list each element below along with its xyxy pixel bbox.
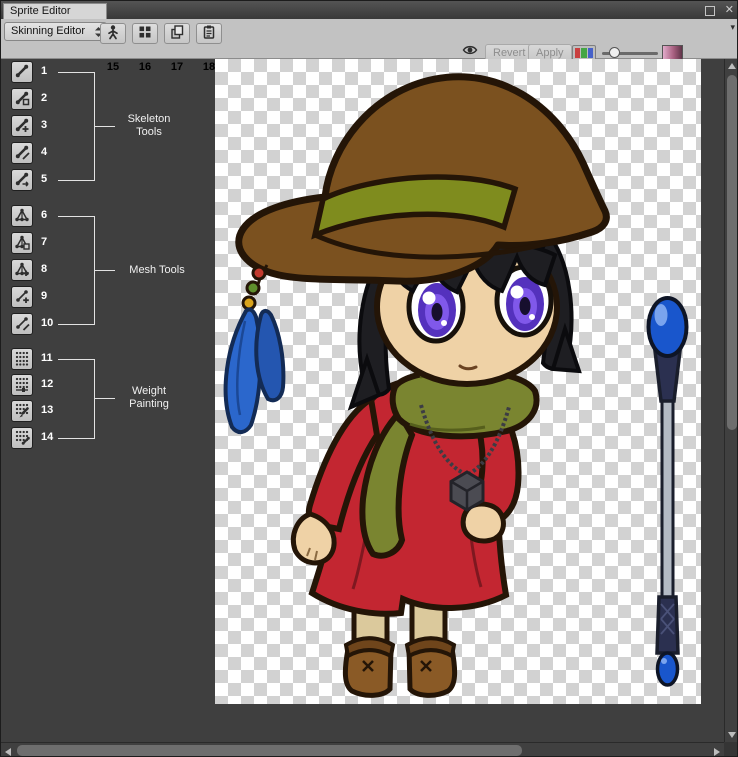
tool-annotation-number: 6 [41, 209, 61, 221]
edit-geometry-icon [14, 234, 30, 253]
close-icon[interactable]: ✕ [725, 3, 734, 17]
tool-reparent-bone-button[interactable] [11, 169, 33, 191]
reset-pose-button[interactable] [100, 23, 126, 44]
tool-annotation-number: 8 [41, 263, 61, 275]
weight-brush-icon [14, 402, 30, 421]
bracket-line [58, 180, 94, 181]
tool-annotation-number: 7 [41, 236, 61, 248]
mode-dropdown[interactable]: Skinning Editor [4, 22, 107, 41]
mode-dropdown-label: Skinning Editor [11, 25, 85, 37]
tool-annotation-number: 9 [41, 290, 61, 302]
tool-edit-bone-button[interactable] [11, 88, 33, 110]
scroll-right-arrow[interactable] [714, 748, 720, 756]
staff [649, 298, 687, 685]
visibility-button[interactable] [459, 44, 481, 60]
toolbar-annotation-number: 17 [164, 61, 190, 73]
group-label-skeleton-tools: Skeleton Tools [121, 113, 177, 139]
rgb-blue-swatch [588, 48, 593, 58]
group-label-mesh-tools: Mesh Tools [117, 264, 197, 277]
sprite-canvas[interactable] [215, 59, 701, 704]
window-title-tab[interactable]: Sprite Editor [3, 3, 107, 19]
vertical-scrollbar-thumb[interactable] [727, 75, 737, 430]
create-edge-icon [14, 288, 30, 307]
copy-button[interactable] [164, 23, 190, 44]
tool-annotation-number: 3 [41, 119, 61, 131]
tool-annotation-number: 2 [41, 92, 61, 104]
titlebar[interactable]: Sprite Editor ✕ [1, 1, 738, 20]
toolbar-annotation-number: 16 [132, 61, 158, 73]
auto-weights-icon [14, 350, 30, 369]
maximize-icon[interactable] [705, 6, 715, 16]
reparent-bone-icon [14, 171, 30, 190]
group-label-weight-painting: Weight Painting [121, 385, 177, 411]
character-sprite [215, 59, 701, 705]
tool-annotation-number: 13 [41, 404, 61, 416]
boots [345, 638, 454, 695]
tool-auto-geometry-button[interactable] [11, 205, 33, 227]
window-title: Sprite Editor [10, 5, 71, 17]
rgb-red-swatch [575, 48, 580, 58]
sprite-sheet-mode-button[interactable] [132, 23, 158, 44]
auto-geometry-icon [14, 207, 30, 226]
tool-auto-weights-button[interactable] [11, 348, 33, 370]
bracket-line [95, 398, 115, 399]
bracket-line [58, 72, 94, 73]
reset-pose-icon [105, 24, 121, 43]
tool-create-vertex-button[interactable] [11, 259, 33, 281]
horizontal-scrollbar[interactable] [1, 742, 724, 757]
horizontal-scrollbar-thumb[interactable] [17, 745, 522, 756]
sprite-sheet-mode-icon [137, 24, 153, 43]
paste-icon [201, 24, 217, 43]
vertical-scrollbar[interactable] [724, 59, 738, 742]
create-bone-icon [14, 117, 30, 136]
tool-weight-brush-button[interactable] [11, 400, 33, 422]
sprite-editor-window: Sprite Editor ✕ Skinning Editor 15 16 17… [0, 0, 738, 757]
bracket-line [58, 324, 94, 325]
tool-split-bone-button[interactable] [11, 142, 33, 164]
panel-menu-icon[interactable]: ▾ [730, 22, 735, 33]
tool-split-edge-button[interactable] [11, 313, 33, 335]
scrollbar-corner [724, 742, 738, 757]
paste-button[interactable] [196, 23, 222, 44]
tool-annotation-number: 1 [41, 65, 61, 77]
toolbar: Skinning Editor 15 16 17 18 19 Revert Ap… [1, 19, 738, 59]
bone-influence-icon [14, 429, 30, 448]
edit-bone-icon [14, 90, 30, 109]
copy-icon [169, 24, 185, 43]
bracket-line [58, 216, 94, 217]
scroll-left-arrow[interactable] [5, 748, 11, 756]
tool-annotation-number: 14 [41, 431, 61, 443]
rgb-green-swatch [581, 48, 586, 58]
bracket-line [58, 359, 94, 360]
bracket-line [58, 438, 94, 439]
bracket-line [94, 359, 95, 439]
split-bone-icon [14, 144, 30, 163]
scroll-up-arrow[interactable] [728, 63, 736, 69]
tool-preview-pose-button[interactable] [11, 61, 33, 83]
toolbar-annotation-number: 15 [100, 61, 126, 73]
weight-slider-icon [14, 376, 30, 395]
tool-annotation-number: 5 [41, 173, 61, 185]
scroll-down-arrow[interactable] [728, 732, 736, 738]
split-edge-icon [14, 315, 30, 334]
tool-create-edge-button[interactable] [11, 286, 33, 308]
bracket-line [95, 270, 115, 271]
bracket-line [95, 126, 115, 127]
tool-create-bone-button[interactable] [11, 115, 33, 137]
tool-bone-influence-button[interactable] [11, 427, 33, 449]
tool-weight-slider-button[interactable] [11, 374, 33, 396]
preview-pose-icon [14, 63, 30, 82]
create-vertex-icon [14, 261, 30, 280]
zoom-slider-knob[interactable] [609, 47, 620, 58]
hat-charm [226, 265, 284, 432]
tool-edit-geometry-button[interactable] [11, 232, 33, 254]
tool-annotation-number: 11 [41, 352, 61, 364]
tool-annotation-number: 10 [41, 317, 61, 329]
tool-annotation-number: 12 [41, 378, 61, 390]
tool-annotation-number: 4 [41, 146, 61, 158]
